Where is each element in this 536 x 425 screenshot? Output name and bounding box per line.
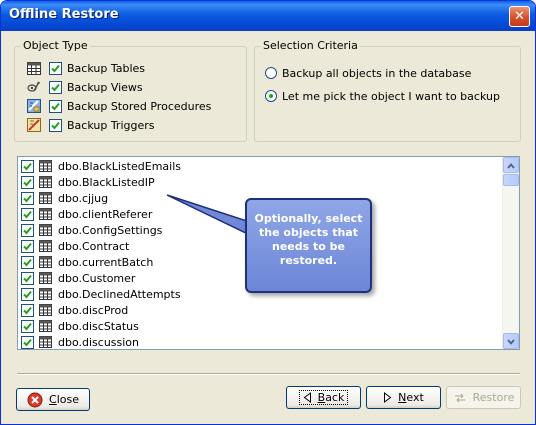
offline-restore-window: Offline Restore ✕ Object Type Backup Tab… bbox=[0, 0, 536, 425]
next-button[interactable]: Next bbox=[366, 386, 441, 409]
back-arrow-icon bbox=[303, 392, 312, 403]
callout-tooltip: Optionally, select the objects that need… bbox=[245, 198, 372, 293]
close-button-label: Close bbox=[49, 393, 79, 406]
window-close-button[interactable]: ✕ bbox=[509, 6, 530, 27]
button-divider bbox=[17, 373, 520, 375]
back-button-label: Back bbox=[317, 391, 345, 404]
restore-arrows-icon bbox=[453, 392, 467, 404]
window-title: Offline Restore bbox=[9, 7, 119, 22]
next-button-label: Next bbox=[398, 391, 424, 404]
callout-text: Optionally, select the objects that need… bbox=[254, 212, 363, 267]
close-button[interactable]: Close bbox=[16, 388, 90, 411]
restore-button-label: Restore bbox=[472, 391, 515, 404]
back-button[interactable]: Back bbox=[286, 386, 361, 409]
back-button-focus: Back bbox=[298, 390, 349, 405]
close-circle-icon bbox=[27, 392, 43, 408]
next-arrow-icon bbox=[383, 392, 392, 403]
dialog-body: Object Type Backup Tables Backup Views B… bbox=[4, 31, 532, 422]
title-bar[interactable]: Offline Restore ✕ bbox=[1, 1, 535, 31]
restore-button[interactable]: Restore bbox=[446, 386, 521, 409]
